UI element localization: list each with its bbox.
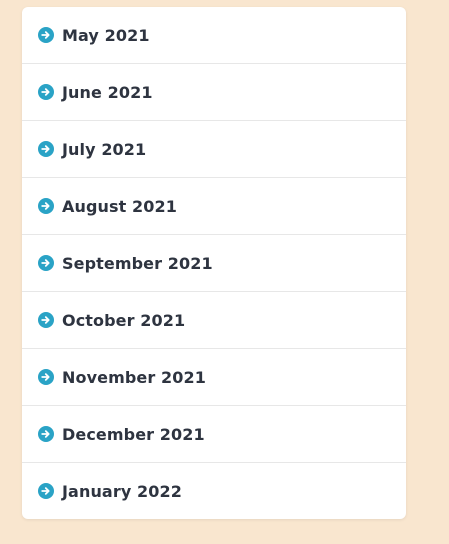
archive-item-december-2021[interactable]: December 2021 [22,406,406,463]
archive-item-june-2021[interactable]: June 2021 [22,64,406,121]
arrow-right-circle-icon [38,27,54,43]
archive-item-label[interactable]: June 2021 [62,83,153,102]
archive-card: May 2021 June 2021 July 2021 August 2021… [22,7,406,519]
arrow-right-circle-icon [38,483,54,499]
archive-item-may-2021[interactable]: May 2021 [22,7,406,64]
archive-list: May 2021 June 2021 July 2021 August 2021… [22,7,406,519]
archive-item-july-2021[interactable]: July 2021 [22,121,406,178]
arrow-right-circle-icon [38,369,54,385]
arrow-right-circle-icon [38,84,54,100]
archive-item-label[interactable]: October 2021 [62,311,185,330]
arrow-right-circle-icon [38,255,54,271]
archive-item-october-2021[interactable]: October 2021 [22,292,406,349]
arrow-right-circle-icon [38,198,54,214]
archive-item-january-2022[interactable]: January 2022 [22,463,406,519]
arrow-right-circle-icon [38,312,54,328]
archive-item-label[interactable]: July 2021 [62,140,146,159]
archive-item-label[interactable]: September 2021 [62,254,213,273]
arrow-right-circle-icon [38,426,54,442]
archive-item-label[interactable]: November 2021 [62,368,206,387]
archive-item-label[interactable]: December 2021 [62,425,205,444]
archive-item-label[interactable]: August 2021 [62,197,177,216]
archive-item-august-2021[interactable]: August 2021 [22,178,406,235]
archive-item-label[interactable]: January 2022 [62,482,182,501]
archive-item-november-2021[interactable]: November 2021 [22,349,406,406]
archive-item-label[interactable]: May 2021 [62,26,150,45]
arrow-right-circle-icon [38,141,54,157]
archive-item-september-2021[interactable]: September 2021 [22,235,406,292]
